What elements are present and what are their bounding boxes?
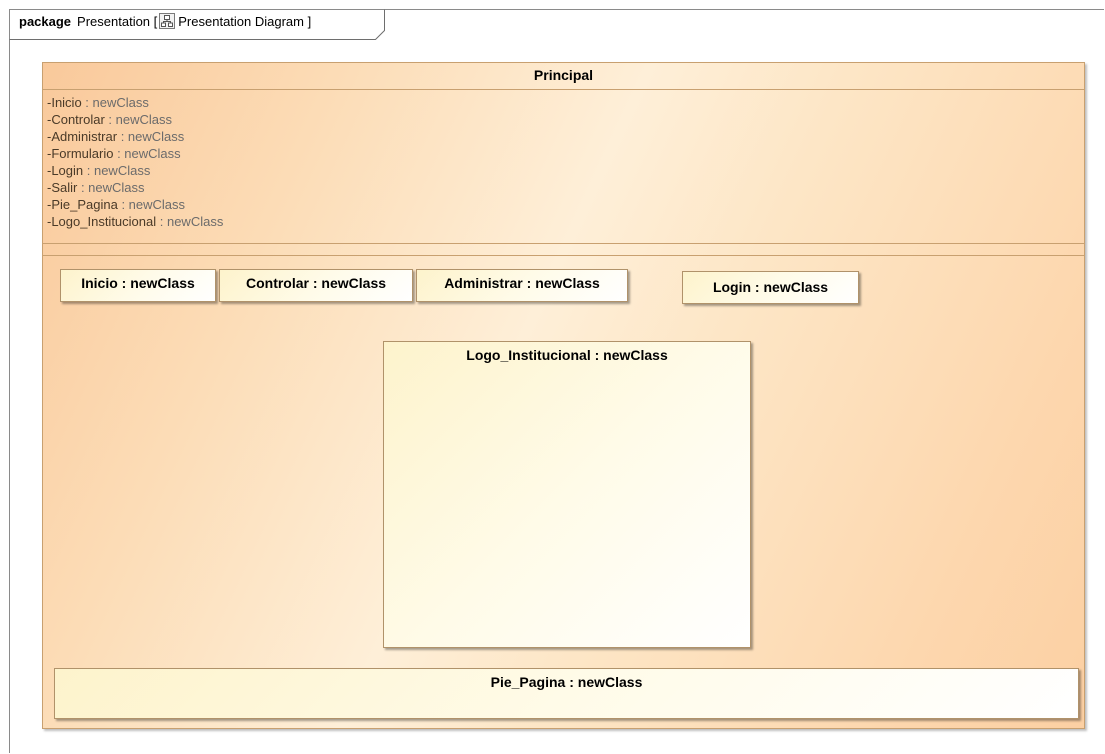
- frame-package-name: Presentation [: [77, 13, 158, 29]
- part-label: Logo_Institucional : newClass: [466, 347, 668, 363]
- part-inicio[interactable]: Inicio : newClass: [60, 269, 216, 302]
- compartment-divider: [43, 255, 1084, 256]
- part-login[interactable]: Login : newClass: [682, 271, 859, 304]
- part-label: Pie_Pagina : newClass: [490, 674, 643, 690]
- part-administrar[interactable]: Administrar : newClass: [416, 269, 628, 302]
- class-diagram-icon: [159, 13, 176, 29]
- attribute[interactable]: -Login : newClass: [47, 162, 223, 179]
- attribute[interactable]: -Logo_Institucional : newClass: [47, 213, 223, 230]
- attribute[interactable]: -Salir : newClass: [47, 179, 223, 196]
- part-pie-pagina[interactable]: Pie_Pagina : newClass: [54, 668, 1079, 719]
- part-label: Administrar : newClass: [444, 275, 600, 291]
- class-title: Principal: [43, 63, 1084, 90]
- attribute-list: -Inicio : newClass -Controlar : newClass…: [47, 94, 223, 230]
- part-controlar[interactable]: Controlar : newClass: [219, 269, 413, 302]
- attribute[interactable]: -Administrar : newClass: [47, 128, 223, 145]
- part-label: Login : newClass: [712, 279, 829, 295]
- part-label: Inicio : newClass: [81, 275, 195, 291]
- attribute[interactable]: -Formulario : newClass: [47, 145, 223, 162]
- part-label: Controlar : newClass: [245, 275, 387, 291]
- attribute[interactable]: -Inicio : newClass: [47, 94, 223, 111]
- frame-diagram-name: Presentation Diagram ]: [178, 13, 312, 29]
- frame-label: package Presentation [ Presentation Diag…: [19, 13, 311, 29]
- attribute[interactable]: -Controlar : newClass: [47, 111, 223, 128]
- principal-class[interactable]: Principal -Inicio : newClass -Controlar …: [42, 62, 1085, 729]
- compartment-divider: [43, 243, 1084, 244]
- attribute[interactable]: -Pie_Pagina : newClass: [47, 196, 223, 213]
- part-logo-institucional[interactable]: Logo_Institucional : newClass: [383, 341, 751, 648]
- frame-keyword: package: [19, 13, 72, 29]
